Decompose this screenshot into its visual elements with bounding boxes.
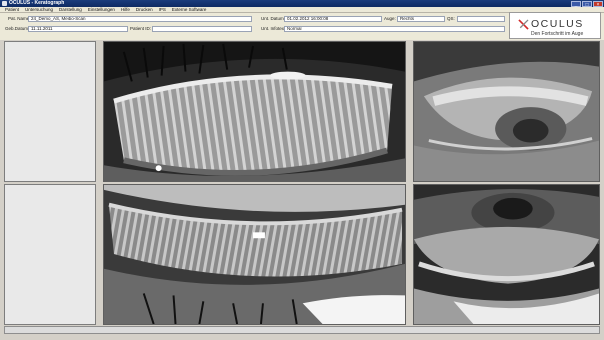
birth-date-label: Geb.Datum: (5, 26, 30, 31)
eye-upper-graphic (414, 42, 599, 181)
oculus-logo: OCULUS Den Fortschritt im Auge (509, 12, 601, 39)
logo-slogan: Den Fortschritt im Auge (531, 31, 584, 37)
birth-date-field[interactable]: 11.11.2011 (28, 26, 128, 32)
window-controls: _ □ × (571, 0, 603, 8)
menu-einstellungen[interactable]: Einstellungen (85, 7, 118, 12)
status-bar (4, 326, 600, 334)
meibography-upper-image[interactable] (103, 41, 406, 182)
menu-darstellung[interactable]: Darstellung (56, 7, 85, 12)
close-button[interactable]: × (593, 0, 603, 8)
meibography-lower-image[interactable] (103, 184, 406, 325)
menu-ips[interactable]: IPS (156, 7, 169, 12)
menu-drucken[interactable]: Drucken (133, 7, 156, 12)
patient-id-field[interactable] (152, 26, 252, 32)
eye-lower-image[interactable] (413, 184, 600, 325)
eye-field[interactable]: Rechts (397, 16, 445, 22)
qs-field[interactable] (457, 16, 505, 22)
meibography-upper-graphic (104, 42, 405, 181)
eye-lower-graphic (414, 185, 599, 324)
menu-hilfe[interactable]: Hilfe (118, 7, 133, 12)
exam-info-field[interactable]: Normal (284, 26, 505, 32)
app-icon (2, 1, 7, 6)
exam-date-field[interactable]: 01.02.2012 16:00:08 (284, 16, 382, 22)
logo-brand: OCULUS (531, 18, 584, 30)
minimize-button[interactable]: _ (571, 0, 581, 8)
eye-label: Auge: (384, 16, 396, 21)
patient-id-label: Patient ID: (130, 26, 152, 31)
menu-patient[interactable]: Patient (2, 7, 22, 12)
exam-date-label: Unt. Datum: (261, 16, 286, 21)
maximize-button[interactable]: □ (582, 0, 592, 8)
menu-externe-software[interactable]: Externe Software (169, 7, 210, 12)
title-bar: OCULUS - Keratograph _ □ × (0, 0, 604, 8)
menu-untersuchung[interactable]: Untersuchung (22, 7, 56, 12)
qs-label: QS: (447, 16, 455, 21)
window-title: OCULUS - Keratograph (9, 0, 65, 6)
eye-upper-image[interactable] (413, 41, 600, 182)
thumbnail-panel-top[interactable] (4, 41, 96, 182)
oculus-mark-icon (518, 19, 529, 30)
patient-name-field[interactable]: 24_Demo_AS, Meibo-Scan (28, 16, 252, 22)
thumbnail-panel-bottom[interactable] (4, 184, 96, 325)
meibography-lower-graphic (104, 185, 405, 324)
exam-info-label: Unt. Infotext: (261, 26, 287, 31)
